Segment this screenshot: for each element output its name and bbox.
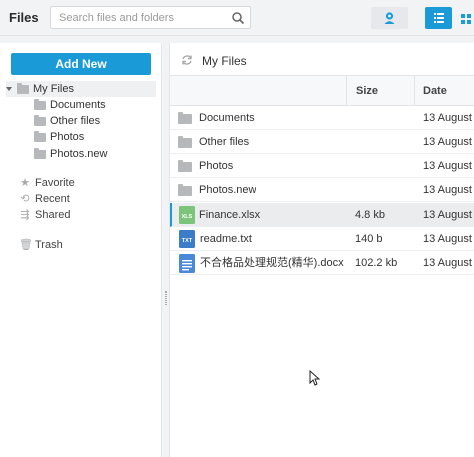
file-size: 102.2 kb xyxy=(355,257,398,269)
breadcrumb: My Files xyxy=(170,43,474,76)
word-file-icon xyxy=(179,254,195,273)
user-icon xyxy=(384,12,395,24)
folder-icon xyxy=(178,136,192,148)
star-icon: ★ xyxy=(20,177,30,189)
tree-item-my-files[interactable]: My Files xyxy=(6,81,156,97)
xls-label: XLS xyxy=(182,214,193,220)
folder-icon xyxy=(178,112,192,124)
folder-icon xyxy=(34,147,46,159)
nav-label: Shared xyxy=(35,209,71,221)
history-icon: ⟲ xyxy=(20,193,30,205)
column-divider[interactable] xyxy=(414,76,415,106)
file-date: 13 August 2 xyxy=(423,136,474,148)
file-date: 13 August 2 xyxy=(423,257,474,269)
file-date: 13 August 2 xyxy=(423,160,474,172)
expand-caret-icon[interactable] xyxy=(6,87,12,92)
file-size: 140 b xyxy=(355,233,383,245)
folder-icon xyxy=(34,98,46,110)
folder-icon xyxy=(34,130,46,142)
table-row[interactable]: Photos 13 August 2 xyxy=(170,154,474,178)
file-name: Photos.new xyxy=(199,184,257,196)
nav-shared[interactable]: ⇶ Shared xyxy=(19,207,70,223)
search-input[interactable] xyxy=(51,7,226,28)
folder-icon xyxy=(17,82,29,94)
table-row[interactable]: Other files 13 August 2 xyxy=(170,130,474,154)
mouse-cursor-icon xyxy=(309,370,320,386)
top-bar: Files xyxy=(0,0,474,36)
search-box[interactable] xyxy=(50,6,251,29)
spreadsheet-file-icon: XLS xyxy=(179,206,195,224)
sidebar: Add New My Files Documents Other files P… xyxy=(0,43,162,457)
nav-recent[interactable]: ⟲ Recent xyxy=(19,191,70,207)
tree-item-label: Documents xyxy=(50,99,106,111)
tree-item-label: Other files xyxy=(50,115,101,127)
tree-item-documents[interactable]: Documents xyxy=(34,97,106,113)
file-date: 13 August 2 xyxy=(423,209,474,221)
tree-item-label: Photos.new xyxy=(50,148,108,160)
file-name: Other files xyxy=(199,136,250,148)
txt-label: TXT xyxy=(182,238,193,244)
file-list-panel: My Files Size Date Documents 13 August 2… xyxy=(169,43,474,457)
tree-item-photos-new[interactable]: Photos.new xyxy=(34,146,107,162)
trash-icon: 🗑 xyxy=(19,239,33,251)
list-view-button[interactable] xyxy=(425,7,452,29)
folder-icon xyxy=(34,114,46,126)
user-button[interactable] xyxy=(371,7,408,29)
nav-label: Recent xyxy=(35,193,70,205)
breadcrumb-title[interactable]: My Files xyxy=(202,54,247,68)
nav-label: Favorite xyxy=(35,177,75,189)
file-date: 13 August 2 xyxy=(423,184,474,196)
tree-item-label: Photos xyxy=(50,131,85,143)
refresh-icon[interactable] xyxy=(181,54,193,66)
app-title: Files xyxy=(9,10,39,25)
column-divider[interactable] xyxy=(346,76,347,106)
file-name: Finance.xlsx xyxy=(199,209,261,221)
table-row[interactable]: Photos.new 13 August 2 xyxy=(170,178,474,202)
column-size[interactable]: Size xyxy=(356,76,378,106)
splitter-grip[interactable] xyxy=(165,291,167,305)
table-row-selected[interactable]: XLS Finance.xlsx 4.8 kb 13 August 2 xyxy=(170,203,474,227)
file-name: Photos xyxy=(199,160,234,172)
tree-item-other-files[interactable]: Other files xyxy=(34,113,100,129)
file-name: readme.txt xyxy=(200,233,252,245)
search-icon[interactable] xyxy=(231,11,245,25)
file-date: 13 August 2 xyxy=(423,233,474,245)
file-name: 不合格品处理规范(精华).docx xyxy=(200,257,344,269)
add-new-button[interactable]: Add New xyxy=(11,53,151,75)
nav-trash[interactable]: 🗑 Trash xyxy=(19,237,63,253)
table-row[interactable]: 不合格品处理规范(精华).docx 102.2 kb 13 August 2 xyxy=(170,251,474,275)
tree-item-label: My Files xyxy=(33,83,74,95)
table-header: Size Date xyxy=(170,76,474,106)
nav-favorite[interactable]: ★ Favorite xyxy=(19,175,75,191)
table-row[interactable]: Documents 13 August 2 xyxy=(170,106,474,130)
folder-icon xyxy=(178,184,192,196)
folder-icon xyxy=(178,160,192,172)
share-icon: ⇶ xyxy=(20,209,30,221)
text-file-icon: TXT xyxy=(179,230,195,248)
table-row[interactable]: TXT readme.txt 140 b 13 August 2 xyxy=(170,227,474,251)
file-date: 13 August 2 xyxy=(423,112,474,124)
file-name: Documents xyxy=(199,112,255,124)
tree-item-photos[interactable]: Photos xyxy=(34,129,84,145)
file-size: 4.8 kb xyxy=(355,209,385,221)
column-date[interactable]: Date xyxy=(423,76,447,106)
list-view-icon xyxy=(434,13,444,23)
grid-view-icon xyxy=(461,14,471,24)
nav-label: Trash xyxy=(35,239,63,251)
grid-view-button[interactable] xyxy=(456,7,474,29)
